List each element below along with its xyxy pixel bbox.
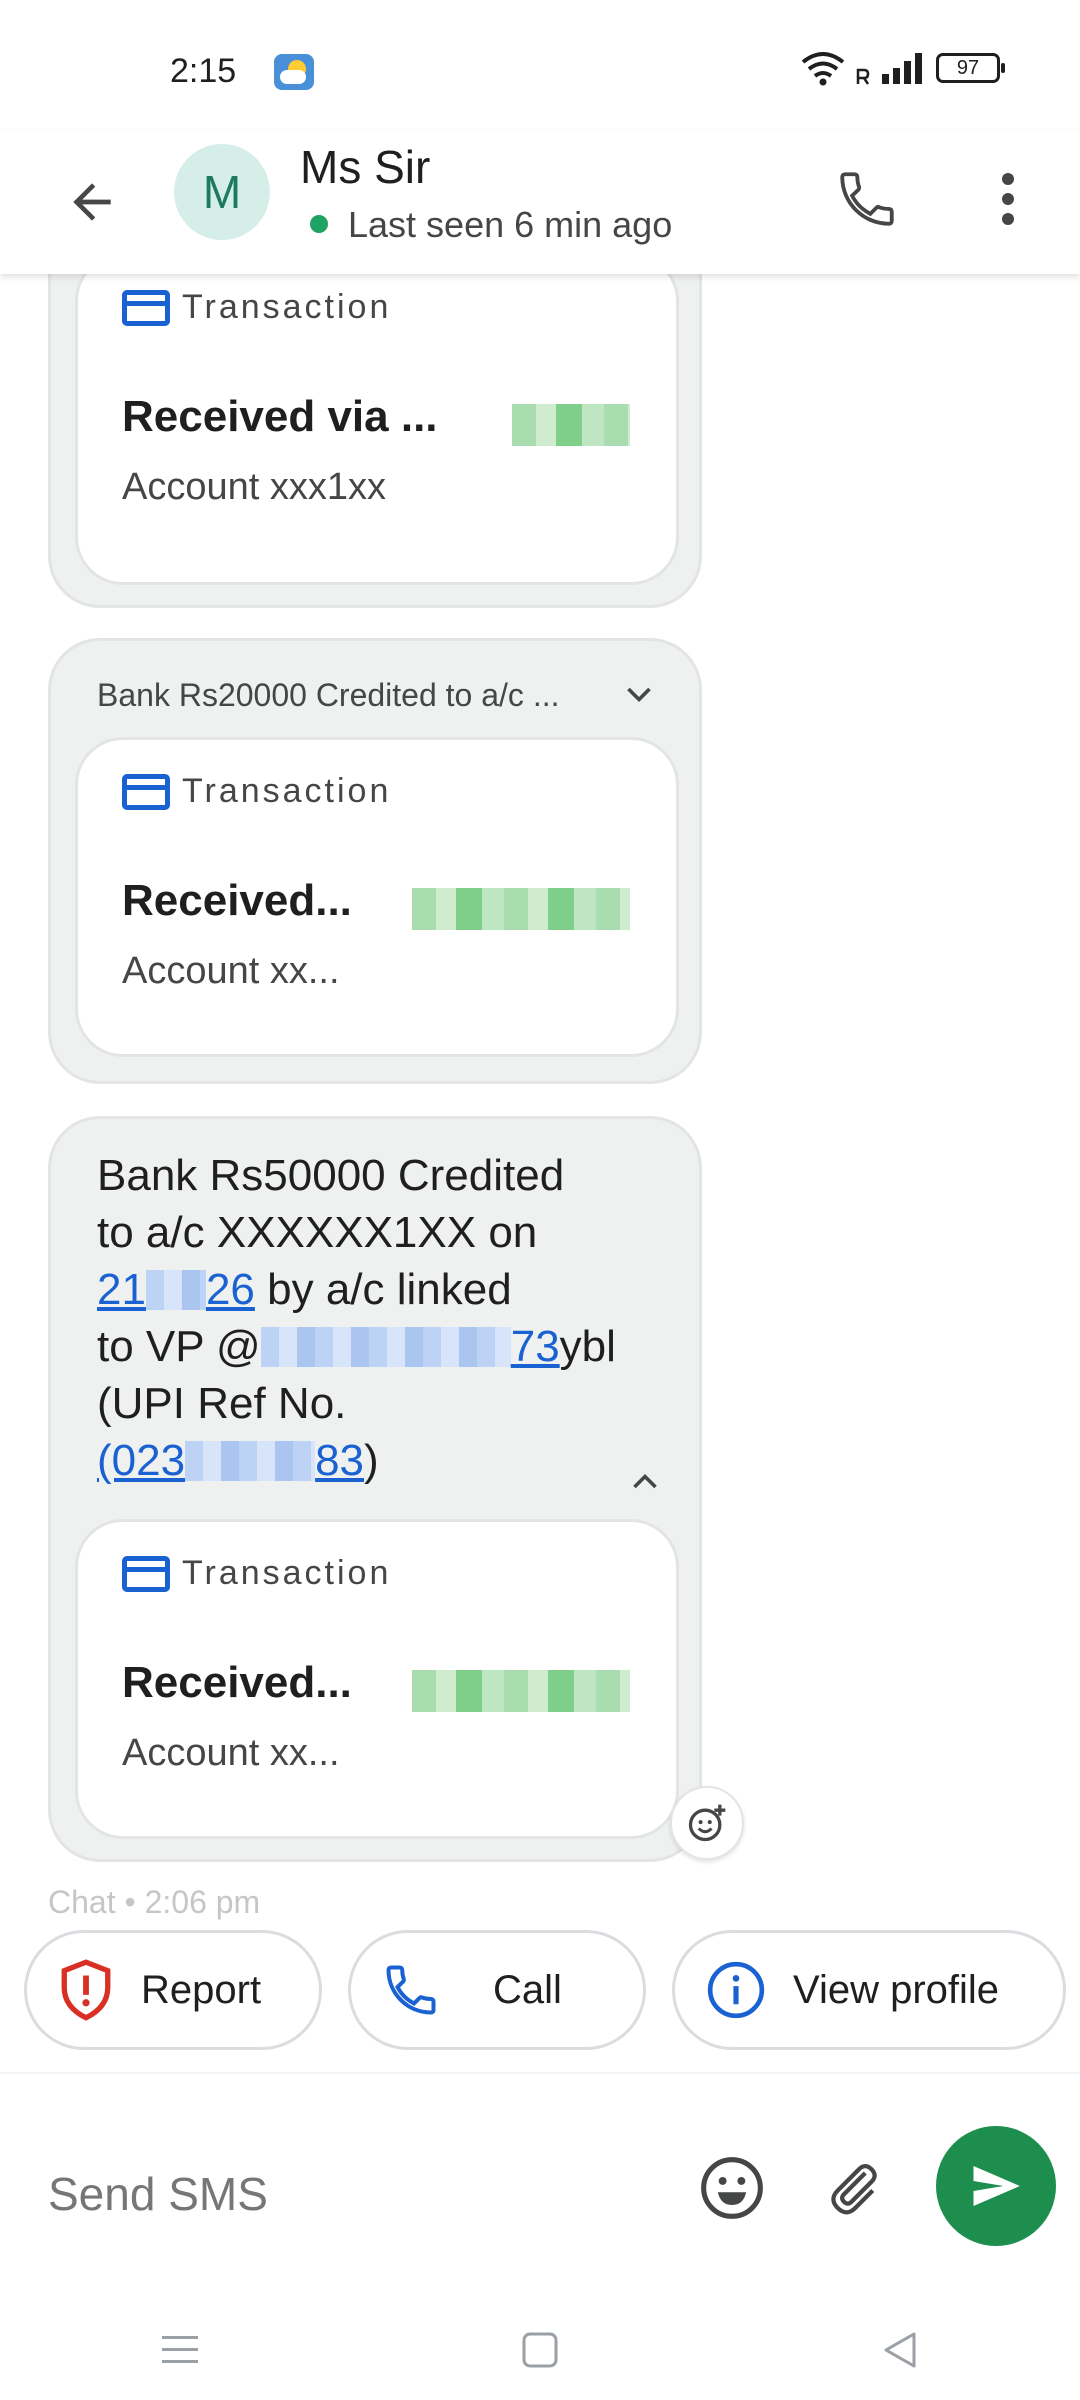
conversation-header: M Ms Sir Last seen 6 min ago — [0, 130, 1080, 274]
report-chip[interactable]: Report — [24, 1930, 322, 2050]
triangle-back-icon — [884, 2332, 916, 2368]
message-bubble[interactable]: Transaction Received via ... Account xxx… — [48, 274, 702, 608]
status-bar: 2:15 97 — [0, 0, 1080, 130]
report-chip-label: Report — [141, 1967, 262, 2012]
transaction-card[interactable]: Transaction Received via ... Account xxx… — [75, 274, 679, 585]
send-button[interactable] — [936, 2126, 1056, 2246]
message-line: Bank Rs50000 Credited — [97, 1151, 565, 1200]
transaction-card[interactable]: Transaction Received... Account xx... — [75, 737, 679, 1057]
sms-input[interactable] — [48, 2162, 648, 2226]
transaction-account: Account xx... — [122, 1732, 340, 1774]
transaction-label: Transaction — [182, 1554, 392, 1592]
online-status-dot — [310, 215, 328, 233]
paperclip-icon — [831, 2164, 877, 2215]
view-profile-chip[interactable]: View profile — [672, 1930, 1066, 2050]
transaction-card-header: Transaction — [122, 772, 391, 811]
menu-icon — [162, 2336, 198, 2363]
message-line: 21 26 by a/c linked — [97, 1265, 512, 1314]
ref-number-link[interactable]: (023 83 — [97, 1436, 364, 1485]
transaction-title: Received... — [122, 1658, 352, 1707]
message-summary-row[interactable]: Bank Rs20000 Credited to a/c ... — [97, 665, 657, 725]
compose-bar — [0, 2072, 1080, 2302]
last-seen-status: Last seen 6 min ago — [348, 204, 673, 245]
date-link[interactable]: 21 26 — [97, 1265, 255, 1314]
contact-name[interactable]: Ms Sir — [300, 140, 430, 194]
redacted-amount — [412, 1670, 630, 1712]
messages-screen: 2:15 97 M Ms Sir Last seen 6 min ago Tra… — [0, 0, 1080, 2400]
message-timestamp: Chat • 2:06 pm — [48, 1884, 261, 1920]
call-button[interactable] — [822, 154, 912, 244]
more-options-button[interactable] — [968, 154, 1048, 244]
message-line: to a/c XXXXXX1XX on — [97, 1208, 538, 1257]
back-button[interactable] — [52, 162, 132, 242]
wifi-icon — [801, 52, 845, 86]
add-reaction-button[interactable] — [670, 1786, 744, 1860]
credit-card-icon — [122, 1555, 170, 1592]
redacted-amount — [412, 888, 630, 930]
suggestion-chips: Report Call View profile — [0, 1930, 1080, 2054]
view-profile-chip-label: View profile — [793, 1967, 1000, 2012]
arrow-back-icon — [73, 183, 111, 221]
weather-icon — [274, 54, 314, 90]
attach-button[interactable] — [812, 2146, 896, 2230]
transaction-card-header: Transaction — [122, 288, 391, 327]
status-icons: 97 — [800, 50, 1005, 86]
conversation-thread[interactable]: Transaction Received via ... Account xxx… — [0, 274, 1080, 1929]
credit-card-icon — [122, 289, 170, 326]
phone-icon — [386, 1965, 436, 2015]
back-nav-button[interactable] — [860, 2310, 940, 2390]
vpa-link[interactable]: 73 — [260, 1322, 560, 1371]
emoji-button[interactable] — [690, 2146, 774, 2230]
square-icon — [522, 2332, 558, 2368]
redacted-text — [185, 1441, 316, 1481]
redacted-amount — [512, 404, 630, 446]
message-line: (023 83) — [97, 1436, 379, 1485]
signal-icon — [882, 53, 922, 84]
emoji-icon — [701, 2157, 763, 2219]
more-vert-icon — [1002, 173, 1014, 225]
collapse-toggle[interactable] — [617, 1453, 673, 1509]
chevron-down-icon[interactable] — [621, 677, 657, 713]
send-icon — [973, 2166, 1020, 2206]
phone-icon — [840, 172, 894, 226]
credit-card-icon — [122, 773, 170, 810]
status-time: 2:15 — [170, 52, 237, 90]
transaction-title: Received via ... — [122, 392, 438, 441]
redacted-text — [145, 1270, 206, 1310]
message-line: (UPI Ref No. — [97, 1379, 347, 1428]
chevron-up-icon — [633, 1473, 657, 1489]
avatar[interactable]: M — [174, 144, 270, 240]
transaction-account: Account xx... — [122, 950, 340, 992]
transaction-card[interactable]: Transaction Received... Account xx... — [75, 1519, 679, 1839]
transaction-label: Transaction — [182, 288, 392, 326]
info-icon — [707, 1961, 765, 2019]
call-chip[interactable]: Call — [348, 1930, 646, 2050]
transaction-account: Account xxx1xx — [122, 466, 386, 508]
message-summary: Bank Rs20000 Credited to a/c ... — [97, 676, 560, 713]
message-bubble[interactable]: Bank Rs50000 Credited to a/c XXXXXX1XX o… — [48, 1116, 702, 1862]
message-bubble[interactable]: Bank Rs20000 Credited to a/c ... Transac… — [48, 638, 702, 1084]
message-text[interactable]: Bank Rs50000 Credited to a/c XXXXXX1XX o… — [97, 1147, 637, 1489]
report-shield-icon — [61, 1959, 111, 2021]
transaction-card-header: Transaction — [122, 1554, 391, 1593]
transaction-label: Transaction — [182, 772, 392, 810]
battery-icon: 97 — [936, 53, 1005, 83]
transaction-title: Received... — [122, 876, 352, 925]
redacted-text — [260, 1327, 511, 1367]
call-chip-label: Call — [493, 1967, 562, 2012]
system-navigation-bar — [0, 2300, 1080, 2400]
roaming-r-icon — [856, 68, 870, 85]
message-line: to VP @73ybl — [97, 1322, 616, 1371]
recent-apps-button[interactable] — [140, 2310, 220, 2390]
add-reaction-icon — [688, 1804, 726, 1842]
home-button[interactable] — [500, 2310, 580, 2390]
